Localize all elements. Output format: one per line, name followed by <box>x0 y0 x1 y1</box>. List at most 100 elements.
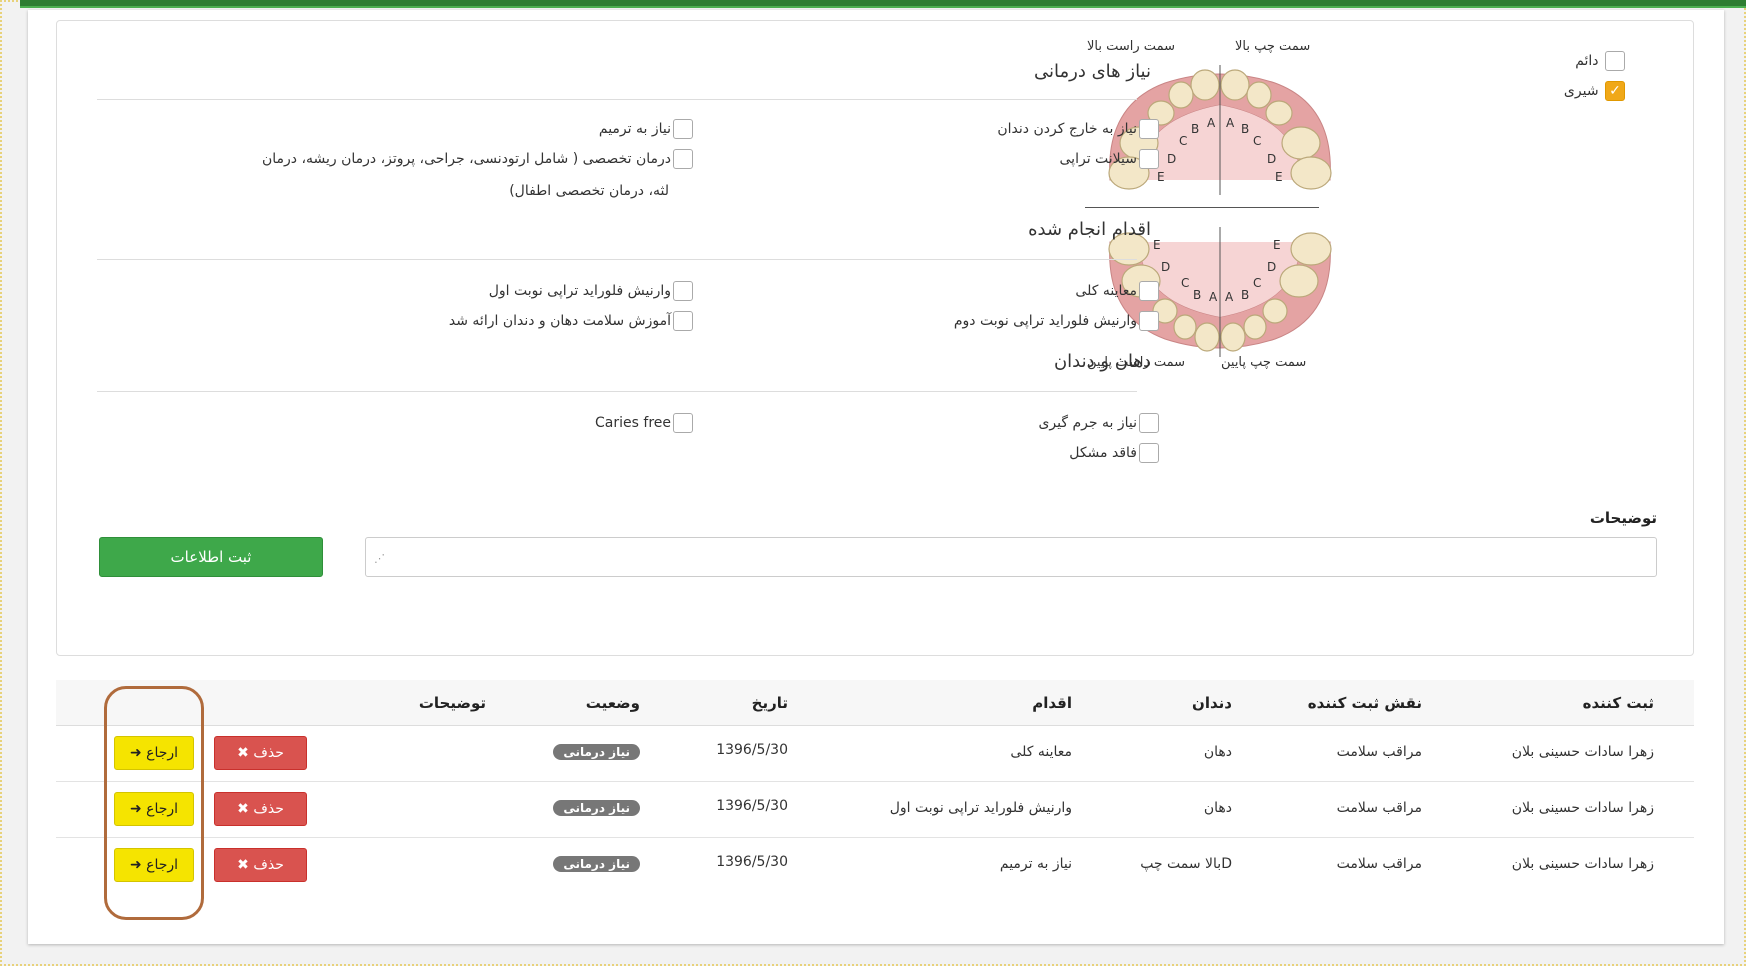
header-date: تاریخ <box>751 694 788 712</box>
actions-done-title: اقدام انجام شده <box>1028 219 1151 240</box>
specialized-treatment-option[interactable]: درمان تخصصی ( شامل ارتودنسی، جراحی، پروت… <box>262 149 693 169</box>
general-exam-label: معاینه کلی <box>1075 283 1137 299</box>
permanent-option[interactable]: دائم <box>1575 51 1625 71</box>
svg-text:B: B <box>1241 288 1249 302</box>
svg-text:A: A <box>1225 290 1234 304</box>
header-registrar: ثبت کننده <box>1582 694 1654 712</box>
specialized-treatment-checkbox[interactable] <box>673 149 693 169</box>
svg-text:E: E <box>1273 238 1281 252</box>
no-problem-label: فاقد مشکل <box>1069 445 1137 461</box>
status-badge: نیاز درمانی <box>553 856 640 872</box>
fluoride-second-checkbox[interactable] <box>1139 311 1159 331</box>
general-exam-checkbox[interactable] <box>1139 281 1159 301</box>
fluoride-first-option[interactable]: وارنیش فلوراید تراپی نوبت اول <box>489 281 693 301</box>
extract-tooth-label: نیاز به خارج کردن دندان <box>997 121 1137 137</box>
oral-health-education-checkbox[interactable] <box>673 311 693 331</box>
restoration-option[interactable]: نیاز به ترمیم <box>599 119 693 139</box>
close-icon: ✖ <box>237 745 254 761</box>
cell-date: 1396/5/30 <box>716 854 788 870</box>
header-tooth: دندان <box>1192 694 1232 712</box>
cell-registrar: زهرا سادات حسینی بلان <box>1511 856 1654 872</box>
svg-text:C: C <box>1181 276 1189 290</box>
primary-checkbox[interactable]: ✓ <box>1605 81 1625 101</box>
extract-tooth-checkbox[interactable] <box>1139 119 1159 139</box>
permanent-label: دائم <box>1575 53 1599 69</box>
primary-option[interactable]: ✓ شیری <box>1564 81 1625 101</box>
general-exam-option[interactable]: معاینه کلی <box>1075 281 1159 301</box>
upper-right-label: سمت راست بالا <box>1087 39 1175 54</box>
svg-text:C: C <box>1253 134 1261 148</box>
refer-buttons-highlight <box>104 686 204 920</box>
scaling-option[interactable]: نیاز به جرم گیری <box>1038 413 1159 433</box>
no-problem-option[interactable]: فاقد مشکل <box>1069 443 1159 463</box>
cell-tooth: دهان <box>1203 800 1232 816</box>
delete-label: حذف <box>253 857 284 873</box>
dental-form-panel: دائم ✓ شیری سمت چپ بالا سمت راست بالا سم… <box>56 20 1694 656</box>
delete-label: حذف <box>253 801 284 817</box>
svg-text:A: A <box>1207 116 1216 130</box>
resize-grip-icon[interactable]: ⋰ <box>374 552 385 565</box>
oral-health-education-label: آموزش سلامت دهان و دندان ارائه شد <box>448 313 671 329</box>
close-icon: ✖ <box>237 857 254 873</box>
mouth-teeth-divider <box>97 391 1137 392</box>
header-notes: توضیحات <box>418 694 486 712</box>
svg-text:D: D <box>1267 260 1276 274</box>
svg-text:B: B <box>1241 122 1249 136</box>
table-row: زهرا سادات حسینی بلان مراقب سلامت Dبالا … <box>56 838 1694 894</box>
svg-text:E: E <box>1153 238 1161 252</box>
caries-free-checkbox[interactable] <box>673 413 693 433</box>
fluoride-second-option[interactable]: وارنیش فلوراید تراپی نوبت دوم <box>954 311 1159 331</box>
cell-action: نیاز به ترمیم <box>999 856 1072 872</box>
close-icon: ✖ <box>237 801 254 817</box>
jaw-divider <box>1085 207 1319 208</box>
caries-free-option[interactable]: Caries free <box>595 413 693 433</box>
permanent-checkbox[interactable] <box>1605 51 1625 71</box>
treatment-needs-divider <box>97 99 1137 100</box>
upper-left-label: سمت چپ بالا <box>1235 39 1311 54</box>
status-badge: نیاز درمانی <box>553 744 640 760</box>
treatment-needs-title: نیاز های درمانی <box>1034 61 1151 82</box>
cell-action: وارنیش فلوراید تراپی نوبت اول <box>889 800 1072 816</box>
submit-button[interactable]: ثبت اطلاعات <box>99 537 323 577</box>
top-bar <box>20 0 1746 8</box>
delete-button[interactable]: ✖ حذف <box>214 736 307 770</box>
caries-free-label: Caries free <box>595 415 671 431</box>
cell-action: معاینه کلی <box>1010 744 1072 760</box>
cell-tooth: دهان <box>1203 744 1232 760</box>
cell-date: 1396/5/30 <box>716 742 788 758</box>
sealant-checkbox[interactable] <box>1139 149 1159 169</box>
actions-done-divider <box>97 259 1137 260</box>
svg-text:D: D <box>1267 152 1276 166</box>
notes-input[interactable]: ⋰ <box>365 537 1657 577</box>
sealant-label: سیلانت تراپی <box>1059 151 1137 167</box>
svg-text:C: C <box>1179 134 1187 148</box>
extract-tooth-option[interactable]: نیاز به خارج کردن دندان <box>997 119 1159 139</box>
no-problem-checkbox[interactable] <box>1139 443 1159 463</box>
svg-text:D: D <box>1161 260 1170 274</box>
header-status: وضعیت <box>585 694 640 712</box>
delete-button[interactable]: ✖ حذف <box>214 848 307 882</box>
svg-text:E: E <box>1275 170 1283 184</box>
cell-role: مراقب سلامت <box>1336 800 1422 816</box>
table-row: زهرا سادات حسینی بلان مراقب سلامت دهان م… <box>56 726 1694 782</box>
notes-label: توضیحات <box>1589 509 1657 527</box>
restoration-label: نیاز به ترمیم <box>598 121 671 137</box>
cell-date: 1396/5/30 <box>716 798 788 814</box>
svg-text:B: B <box>1191 122 1199 136</box>
restoration-checkbox[interactable] <box>673 119 693 139</box>
mouth-teeth-title: دهان و دندان <box>1053 351 1151 372</box>
lower-left-label: سمت چپ پایین <box>1221 355 1307 370</box>
header-action: اقدام <box>1032 694 1072 712</box>
svg-text:D: D <box>1167 152 1176 166</box>
specialized-treatment-label-line2: لثه، درمان تخصصی اطفال) <box>509 183 669 199</box>
cell-role: مراقب سلامت <box>1336 856 1422 872</box>
delete-button[interactable]: ✖ حذف <box>214 792 307 826</box>
oral-health-education-option[interactable]: آموزش سلامت دهان و دندان ارائه شد <box>449 311 693 331</box>
sealant-option[interactable]: سیلانت تراپی <box>1060 149 1159 169</box>
fluoride-second-label: وارنیش فلوراید تراپی نوبت دوم <box>953 313 1137 329</box>
scaling-checkbox[interactable] <box>1139 413 1159 433</box>
fluoride-first-checkbox[interactable] <box>673 281 693 301</box>
primary-label: شیری <box>1563 83 1599 99</box>
cell-tooth: Dبالا سمت چپ <box>1140 856 1232 872</box>
status-badge: نیاز درمانی <box>553 800 640 816</box>
